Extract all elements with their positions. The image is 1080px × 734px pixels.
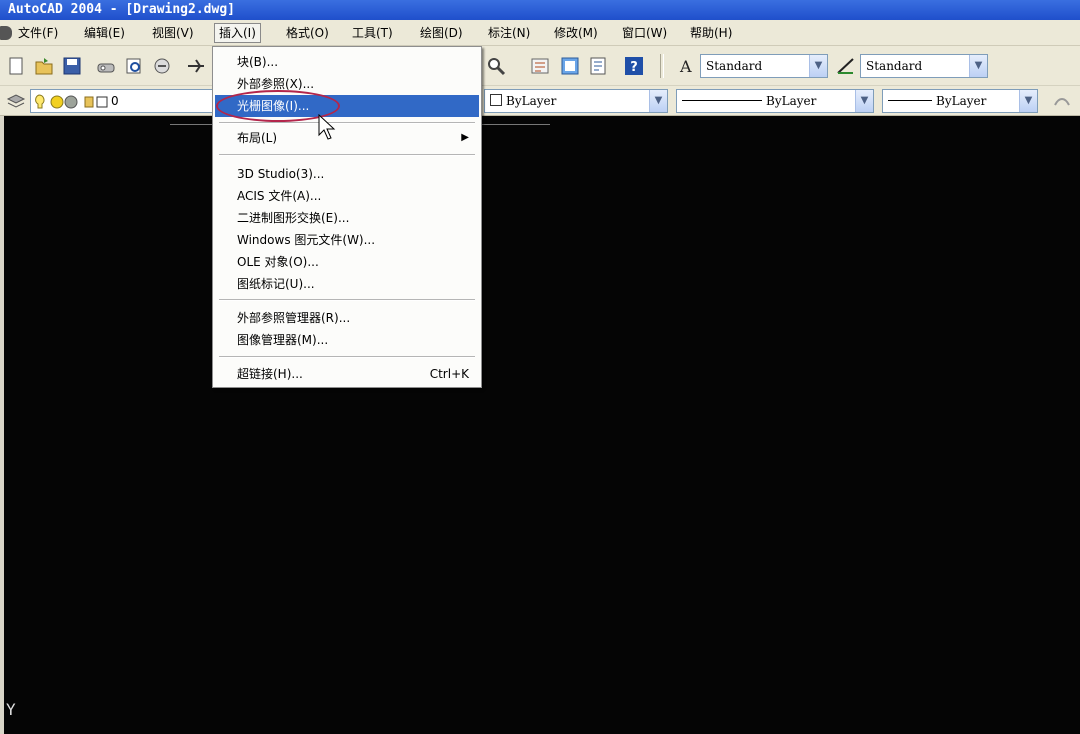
properties-icon[interactable] <box>530 56 550 76</box>
menu-dimension[interactable]: 标注(N) <box>484 23 534 43</box>
drawing-canvas[interactable] <box>0 116 1080 734</box>
menu-draw[interactable]: 绘图(D) <box>416 23 467 43</box>
chevron-down-icon[interactable]: ▼ <box>855 90 873 112</box>
color-swatch <box>490 94 502 106</box>
linetype-preview <box>682 100 762 101</box>
menu-item-image-manager[interactable]: 图像管理器(M)... <box>215 329 479 351</box>
menu-item-hyperlink[interactable]: 超链接(H)... Ctrl+K <box>215 363 479 385</box>
chevron-down-icon[interactable]: ▼ <box>969 55 987 77</box>
mouse-cursor-icon <box>318 114 336 140</box>
menu-help[interactable]: 帮助(H) <box>686 23 736 43</box>
lineweight-preview <box>888 100 932 101</box>
standard-toolbar: ? A Standard ▼ Standard ▼ <box>0 46 1080 86</box>
zoom-realtime-icon[interactable] <box>486 56 506 76</box>
chevron-down-icon[interactable]: ▼ <box>809 55 827 77</box>
publish-icon[interactable] <box>152 56 172 76</box>
hyperlink-shortcut: Ctrl+K <box>429 367 469 381</box>
menu-item-raster-image[interactable]: 光栅图像(I)... <box>215 95 479 117</box>
menu-item-3d-studio[interactable]: 3D Studio(3)... <box>215 163 479 185</box>
menu-modify[interactable]: 修改(M) <box>550 23 602 43</box>
toolbar-separator <box>660 54 664 78</box>
properties-toolbar: 0 ByLayer ▼ ByLayer ▼ ByLayer ▼ <box>0 86 1080 116</box>
menu-file[interactable]: 文件(F) <box>14 23 62 43</box>
layer-name: 0 <box>111 94 119 108</box>
menu-item-markup[interactable]: 图纸标记(U)... <box>215 273 479 295</box>
lineweight-combo[interactable]: ByLayer ▼ <box>882 89 1038 113</box>
menu-format[interactable]: 格式(O) <box>282 23 333 43</box>
text-style-icon[interactable]: A <box>676 56 696 76</box>
dimension-style-value: Standard <box>866 59 923 73</box>
text-style-combo[interactable]: Standard ▼ <box>700 54 828 78</box>
layer-manager-icon[interactable] <box>6 91 26 111</box>
text-style-value: Standard <box>706 59 763 73</box>
menu-window[interactable]: 窗口(W) <box>618 23 671 43</box>
menu-view[interactable]: 视图(V) <box>148 23 198 43</box>
menu-bar: 文件(F) 编辑(E) 视图(V) 插入(I) 格式(O) 工具(T) 绘图(D… <box>0 20 1080 46</box>
menu-tools[interactable]: 工具(T) <box>348 23 397 43</box>
save-icon[interactable] <box>62 56 82 76</box>
plot-style-icon[interactable] <box>1052 91 1072 111</box>
menu-separator <box>219 122 475 124</box>
menu-separator <box>219 299 475 301</box>
insert-menu-dropdown: 块(B)... 外部参照(X)... 光栅图像(I)... 布局(L) ▶ 3D… <box>212 46 482 388</box>
menu-item-layout[interactable]: 布局(L) ▶ <box>215 127 479 149</box>
menu-separator <box>219 154 475 156</box>
design-center-icon[interactable] <box>560 56 580 76</box>
color-combo[interactable]: ByLayer ▼ <box>484 89 668 113</box>
menu-insert[interactable]: 插入(I) <box>214 23 261 43</box>
menu-separator <box>219 356 475 358</box>
window-title: AutoCAD 2004 - [Drawing2.dwg] <box>8 2 235 17</box>
menu-item-block[interactable]: 块(B)... <box>215 51 479 73</box>
help-icon[interactable]: ? <box>624 56 644 76</box>
open-folder-icon[interactable] <box>34 56 54 76</box>
ucs-y-axis-label: Y <box>6 700 16 719</box>
menu-item-binary-dxf[interactable]: 二进制图形交换(E)... <box>215 207 479 229</box>
layer-combo[interactable]: 0 <box>30 89 214 113</box>
menu-item-windows-metafile[interactable]: Windows 图元文件(W)... <box>215 229 479 251</box>
cut-icon[interactable] <box>186 56 206 76</box>
menu-item-acis-file[interactable]: ACIS 文件(A)... <box>215 185 479 207</box>
menu-edit[interactable]: 编辑(E) <box>80 23 129 43</box>
plot-preview-icon[interactable] <box>124 56 144 76</box>
chevron-down-icon[interactable]: ▼ <box>1019 90 1037 112</box>
submenu-arrow-icon: ▶ <box>461 132 469 143</box>
linetype-value: ByLayer <box>766 94 817 108</box>
color-value: ByLayer <box>506 94 557 108</box>
linetype-combo[interactable]: ByLayer ▼ <box>676 89 874 113</box>
menu-item-external-reference[interactable]: 外部参照(X)... <box>215 73 479 95</box>
menu-item-ole-object[interactable]: OLE 对象(O)... <box>215 251 479 273</box>
print-icon[interactable] <box>96 56 116 76</box>
chevron-down-icon[interactable]: ▼ <box>649 90 667 112</box>
new-file-icon[interactable] <box>6 56 26 76</box>
tool-palettes-icon[interactable] <box>588 56 608 76</box>
lineweight-value: ByLayer <box>936 94 987 108</box>
dimension-style-icon[interactable] <box>836 56 856 76</box>
canvas-edge <box>0 116 4 734</box>
app-icon[interactable] <box>0 26 12 40</box>
menu-item-xref-manager[interactable]: 外部参照管理器(R)... <box>215 307 479 329</box>
window-title-bar: AutoCAD 2004 - [Drawing2.dwg] <box>0 0 1080 20</box>
svg-text:?: ? <box>630 60 638 75</box>
svg-text:A: A <box>679 57 692 76</box>
dimension-style-combo[interactable]: Standard ▼ <box>860 54 988 78</box>
